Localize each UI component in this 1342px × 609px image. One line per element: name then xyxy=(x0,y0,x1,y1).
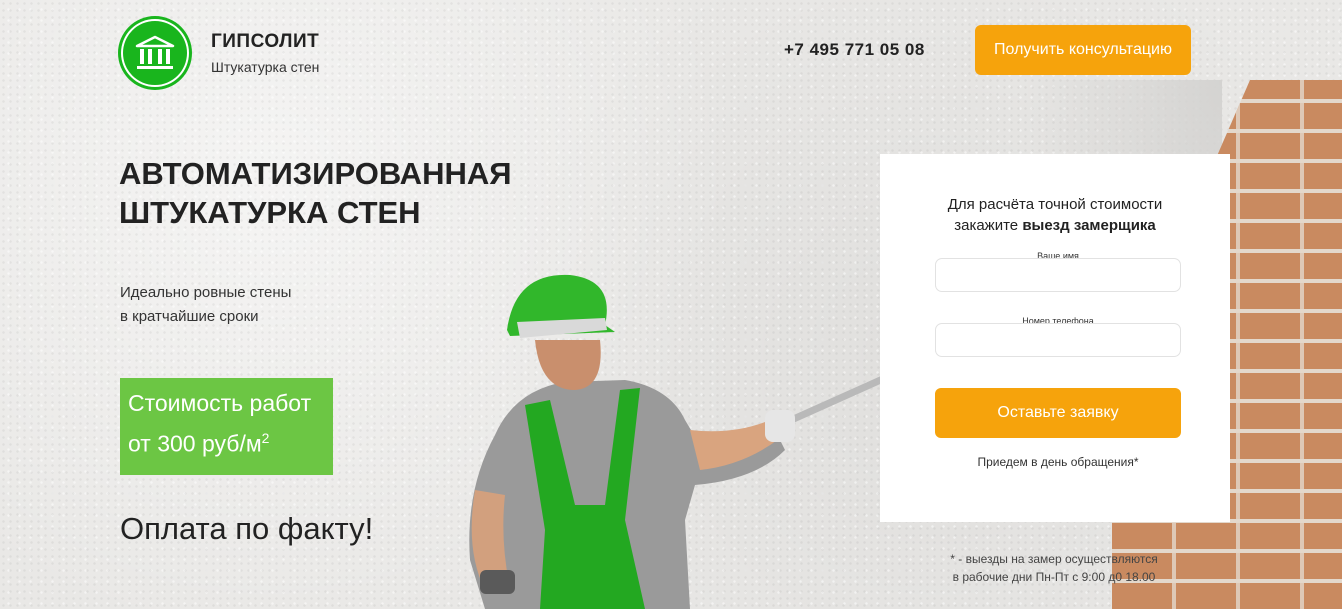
hero-subtitle-line2: в кратчайшие сроки xyxy=(120,308,259,325)
logo-title: ГИПСОЛИТ xyxy=(211,31,320,52)
form-heading-line2-plain: закажите xyxy=(954,217,1023,234)
footnote-line1: * - выезды на замер осуществляются xyxy=(950,552,1158,566)
worker-illustration xyxy=(469,274,889,609)
price-line2: от 300 руб/м xyxy=(128,430,262,457)
hero-subtitle-line1: Идеально ровные стены xyxy=(120,284,292,301)
price-superscript: 2 xyxy=(261,430,270,446)
form-heading: Для расчёта точной стоимости закажите вы… xyxy=(880,194,1230,236)
price-line1: Стоимость работ xyxy=(128,390,312,416)
building-columns-icon xyxy=(135,35,175,69)
submit-request-button[interactable]: Оставьте заявку xyxy=(935,388,1181,438)
form-heading-line1: Для расчёта точной стоимости xyxy=(947,196,1163,213)
logo-subtitle: Штукатурка стен xyxy=(211,59,320,75)
form-note: Приедем в день обращения* xyxy=(977,455,1139,469)
footnote-line2: в рабочие дни Пн-Пт с 9:00 д0 18.00 xyxy=(952,570,1156,584)
price-badge: Стоимость работ от 300 руб/м2 xyxy=(120,378,333,475)
request-form: Для расчёта точной стоимости закажите вы… xyxy=(880,154,1230,522)
hero-title-line2: ШТУКАТУРКА СТЕН xyxy=(119,195,421,230)
hero-title-line1: АВТОМАТИЗИРОВАННАЯ xyxy=(119,156,512,191)
payment-note: Оплата по факту! xyxy=(120,511,374,546)
phone-number[interactable]: +7 495 771 05 08 xyxy=(784,40,925,60)
hero-subtitle: Идеально ровные стены в кратчайшие сроки xyxy=(120,281,291,329)
name-input[interactable] xyxy=(935,258,1181,292)
footnote: * - выезды на замер осуществляются в раб… xyxy=(938,550,1170,586)
form-heading-line2-bold: выезд замерщика xyxy=(1022,217,1156,234)
logo-icon[interactable] xyxy=(121,19,189,87)
hero-title: АВТОМАТИЗИРОВАННАЯ ШТУКАТУРКА СТЕН xyxy=(119,154,599,232)
get-consultation-button[interactable]: Получить консультацию xyxy=(975,25,1191,75)
phone-input[interactable] xyxy=(935,323,1181,357)
